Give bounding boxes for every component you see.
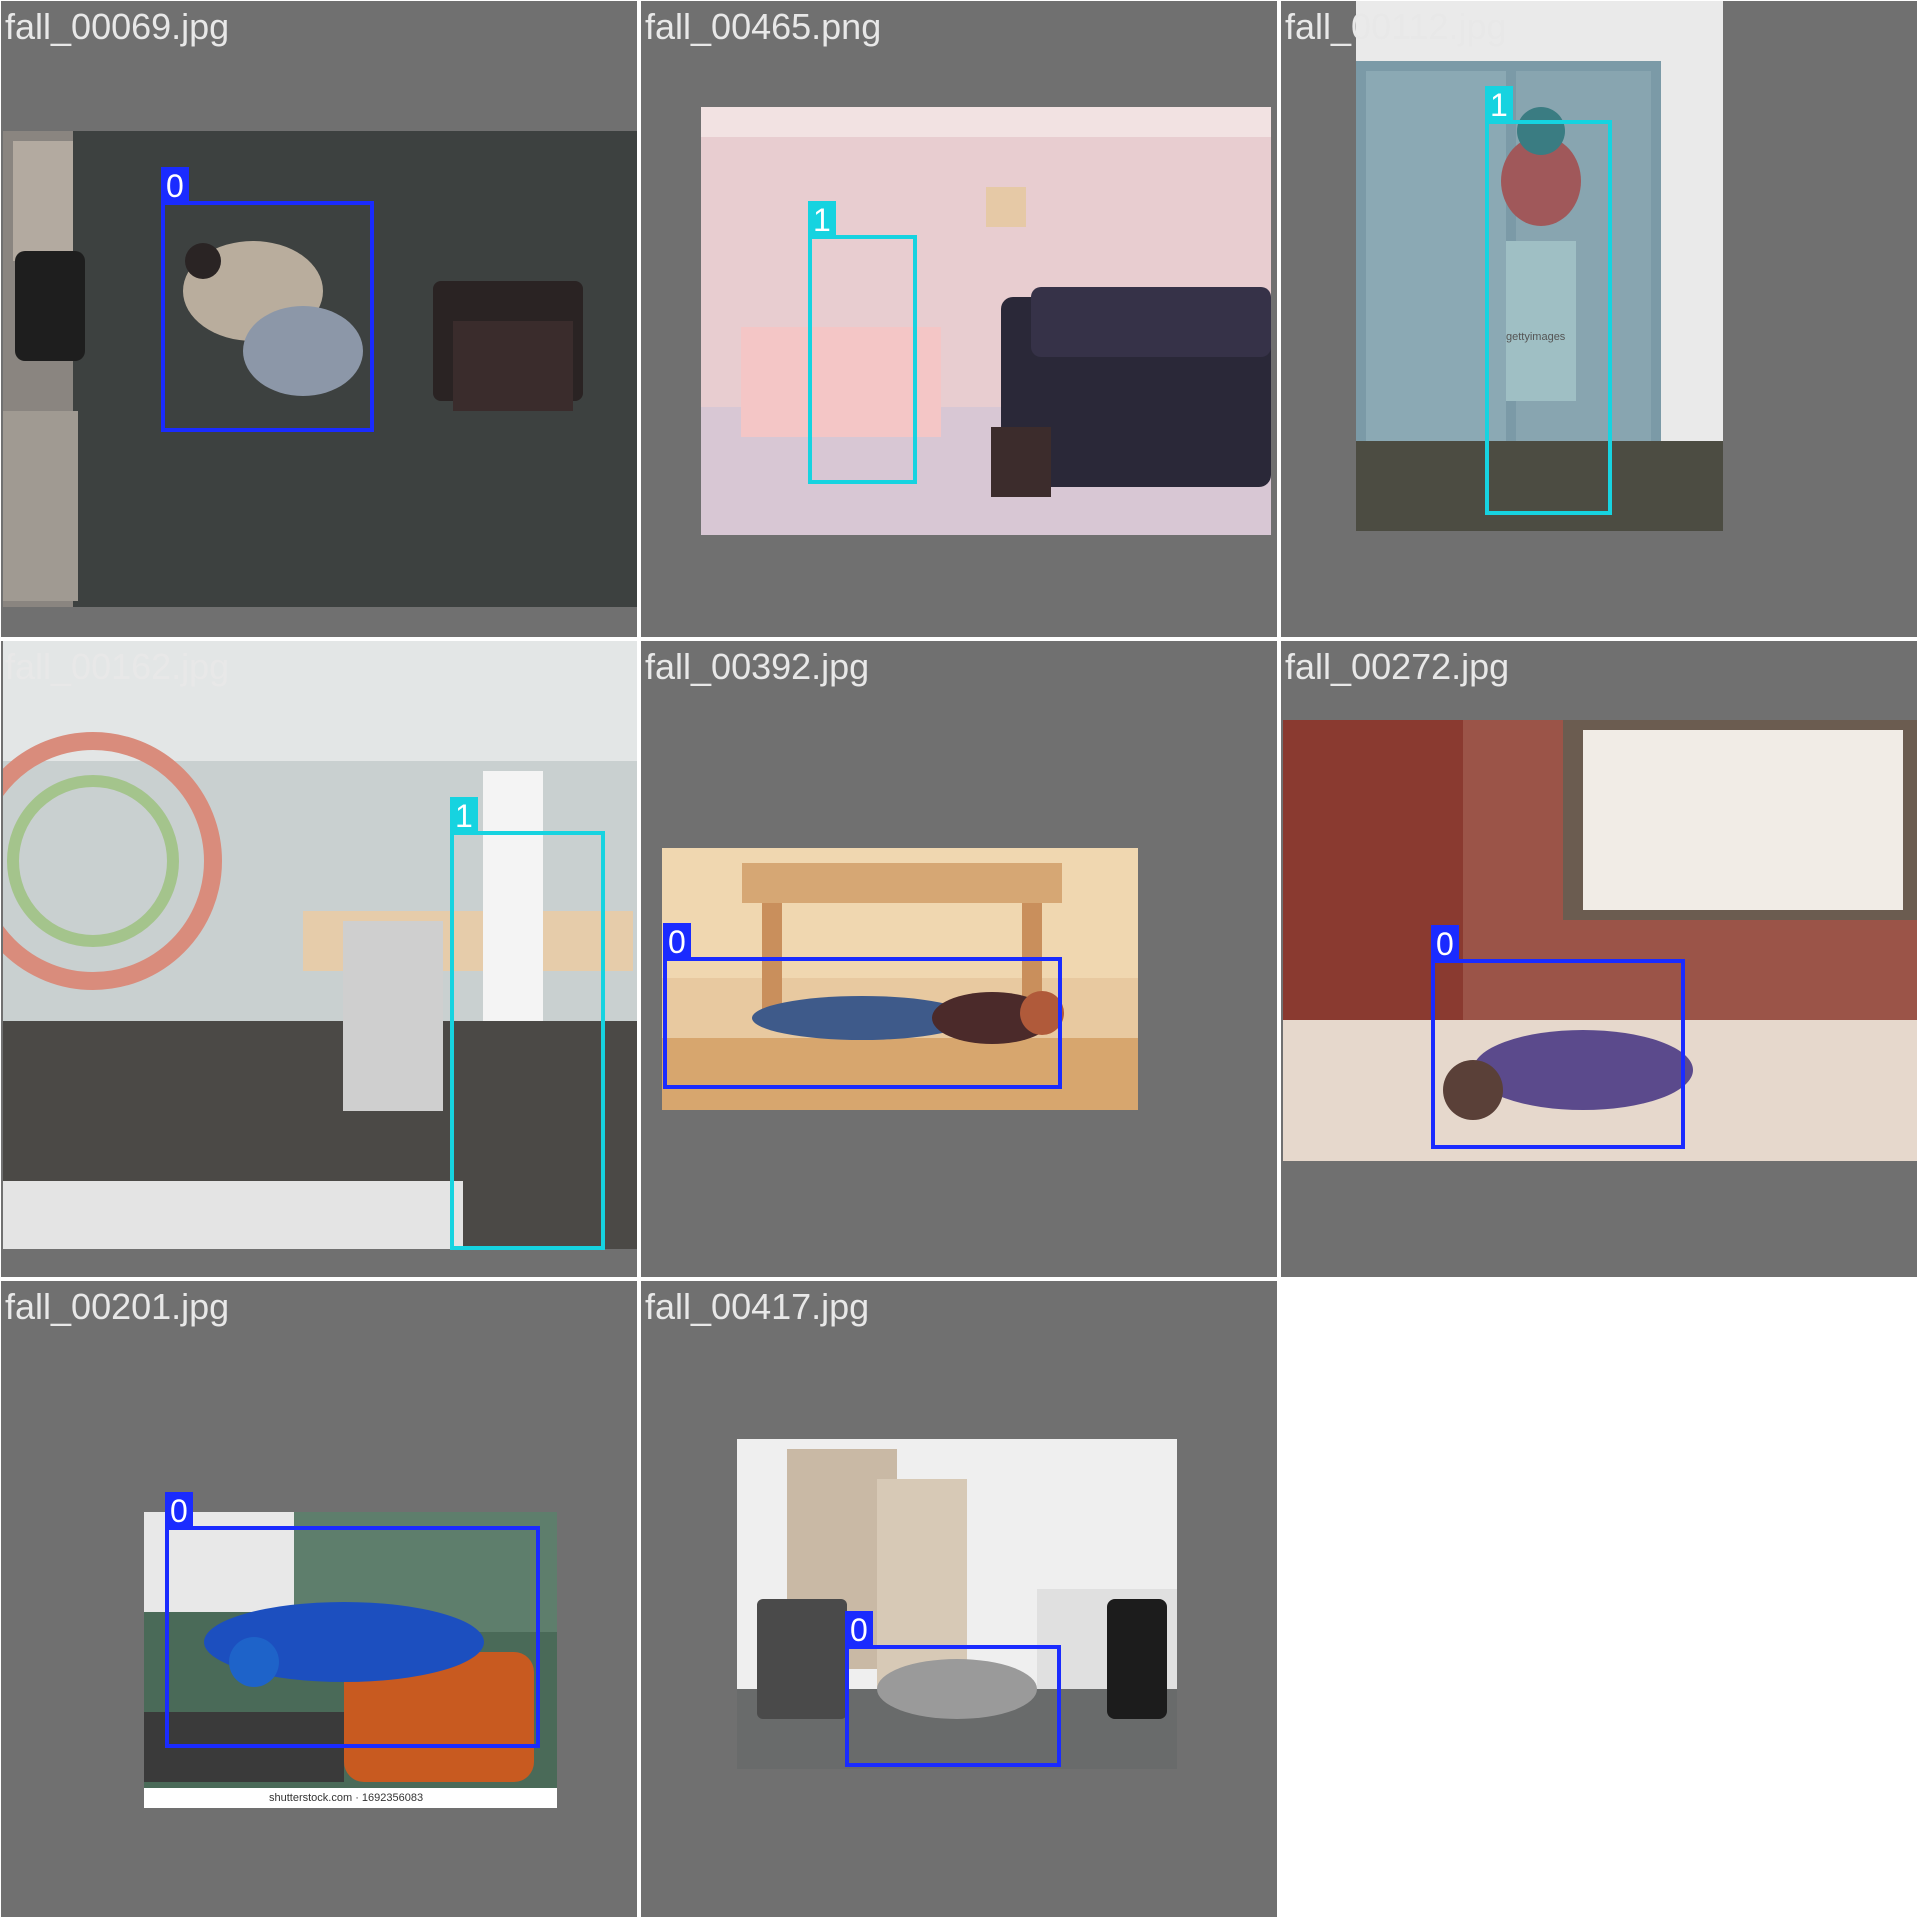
tile-filename: fall_00392.jpg [645, 646, 870, 687]
detection-box[interactable]: 1 [808, 201, 917, 484]
tile-filename: fall_00272.jpg [1285, 646, 1510, 687]
detection-box[interactable]: 1 [450, 797, 605, 1250]
detection-box[interactable]: 0 [161, 167, 374, 432]
grid-tile[interactable]: fall_00417.jpg 0 [640, 1280, 1278, 1918]
watermark-text: shutterstock.com · 1692356083 [269, 1792, 424, 1804]
photo-living-room [701, 107, 1271, 535]
class-label: 1 [808, 201, 836, 238]
class-label: 0 [161, 167, 189, 204]
tile-filename: fall_00162.jpg [5, 646, 230, 687]
empty-grid-slot [1280, 1280, 1920, 1920]
tile-filename: fall_00201.jpg [5, 1286, 230, 1327]
class-label: 0 [1431, 925, 1459, 962]
image-grid: fall_00069.jpg 0 fall_00465.png 1 fall_0… [0, 0, 1920, 1920]
detection-box[interactable]: 0 [1431, 925, 1685, 1149]
grid-tile[interactable]: fall_00201.jpg shutterstock.com · 169235… [0, 1280, 638, 1918]
grid-tile[interactable]: fall_00272.jpg 0 [1280, 640, 1918, 1278]
class-label: 0 [165, 1492, 193, 1529]
tile-filename: fall_00069.jpg [5, 6, 230, 47]
detection-box[interactable]: 0 [663, 923, 1062, 1089]
tile-filename: fall_00417.jpg [645, 1286, 870, 1327]
tile-filename: fall_00112.jpg [1285, 6, 1507, 47]
tile-filename: fall_00465.png [645, 6, 882, 47]
grid-tile[interactable]: fall_00112.jpg gettyimages 1 [1280, 0, 1918, 638]
detection-box[interactable]: 0 [845, 1611, 1061, 1767]
detection-box[interactable]: 1 [1485, 86, 1612, 515]
class-label: 0 [663, 923, 691, 960]
class-label: 1 [1485, 86, 1513, 123]
class-label: 1 [450, 797, 478, 834]
detection-box[interactable]: 0 [165, 1492, 540, 1748]
grid-tile[interactable]: fall_00465.png 1 [640, 0, 1278, 638]
grid-tile[interactable]: fall_00162.jpg 1 [0, 640, 638, 1278]
class-label: 0 [845, 1611, 873, 1648]
grid-tile[interactable]: fall_00392.jpg 0 [640, 640, 1278, 1278]
grid-tile[interactable]: fall_00069.jpg 0 [0, 0, 638, 638]
